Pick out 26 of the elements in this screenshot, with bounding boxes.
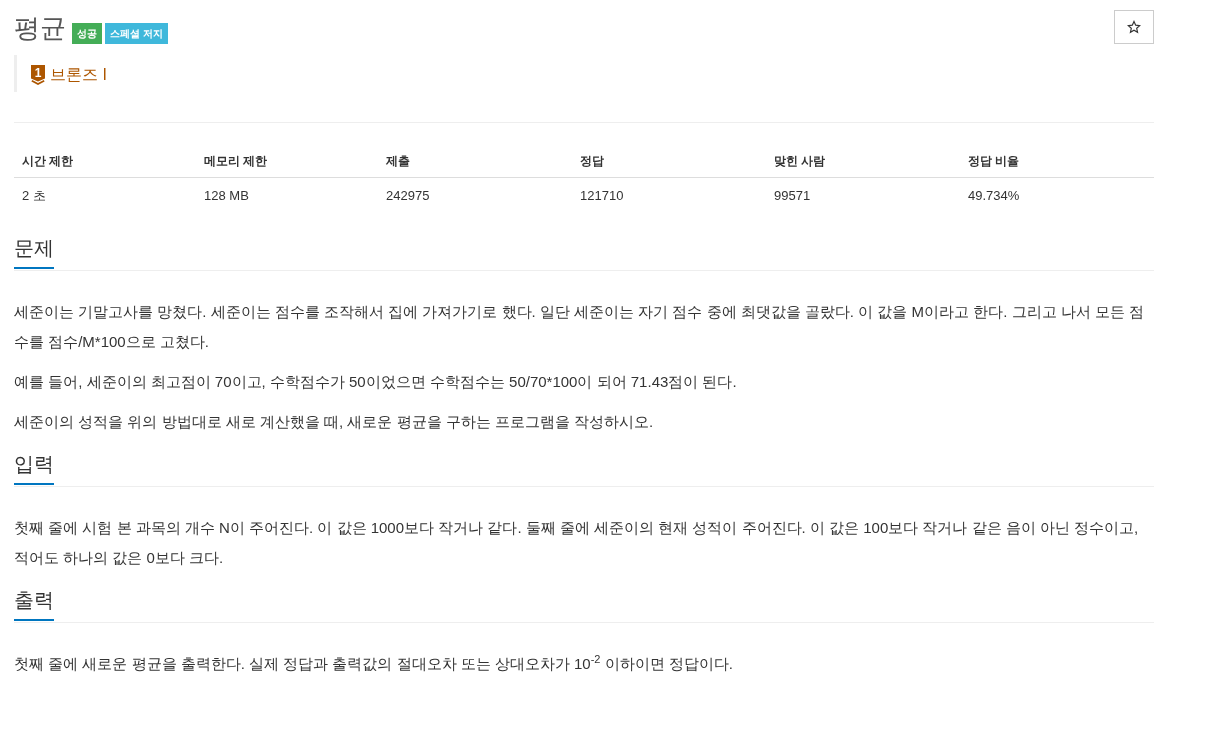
section-heading: 문제 [14,234,54,269]
tier-shield-icon: 1 [31,65,45,85]
tier-link[interactable]: 브론즈 I [50,65,107,85]
paragraph: 첫째 줄에 시험 본 과목의 개수 N이 주어진다. 이 값은 1000보다 작거나 같다. 둘째 줄에 세준이의 현재 성적이 주어진다. 이 값은 100보다 작거나 같은 음이 아닌 정수이고, 적어도 하나의 값은 0보다 크다. [14,518,1140,568]
table-cell: 99571 [766,177,960,214]
table-cell: 121710 [572,177,766,214]
paragraph: 예를 들어, 세준이의 최고점이 70이고, 수학점수가 50이었으면 수학점수는 50/70*100이 되어 71.43점이 된다. [14,372,738,392]
paragraph: 세준이의 성적을 위의 방법대로 새로 계산했을 때, 새로운 평균을 구하는 프로그램을 작성하시오. [14,412,655,432]
favorite-button[interactable] [1114,10,1154,44]
table-cell: 242975 [378,177,572,214]
problem-tag: 스페셜 저지 [105,23,168,44]
problem-title: 평균 [14,12,66,45]
table-cell: 2 초 [14,177,196,214]
section-heading: 입력 [14,450,54,485]
section-heading: 출력 [14,586,54,621]
problem-tag: 성공 [72,23,102,44]
column-header: 정답 비율 [960,145,1154,178]
column-header: 메모리 제한 [196,145,378,178]
paragraph: 첫째 줄에 새로운 평균을 출력한다. 실제 정답과 출력값의 절대오차 또는 상대오차가 10$^{-2}$ 이하이면 정답이다. [14,652,734,674]
column-header: 정답 [572,145,766,178]
paragraph: 세준이는 기말고사를 망쳤다. 세준이는 점수를 조작해서 집에 가져가기로 했다. 일단 세준이는 자기 점수 중에 최댓값을 골랐다. 이 값을 M이라고 한다. 그리고 나서 모든 점수를 점수/M*100으로 고쳤다. [14,302,1146,352]
table-cell: 128 MB [196,177,378,214]
column-header: 제출 [378,145,572,178]
table-cell: 49.734% [960,177,1154,214]
column-header: 맞힌 사람 [766,145,960,178]
column-header: 시간 제한 [14,145,196,178]
